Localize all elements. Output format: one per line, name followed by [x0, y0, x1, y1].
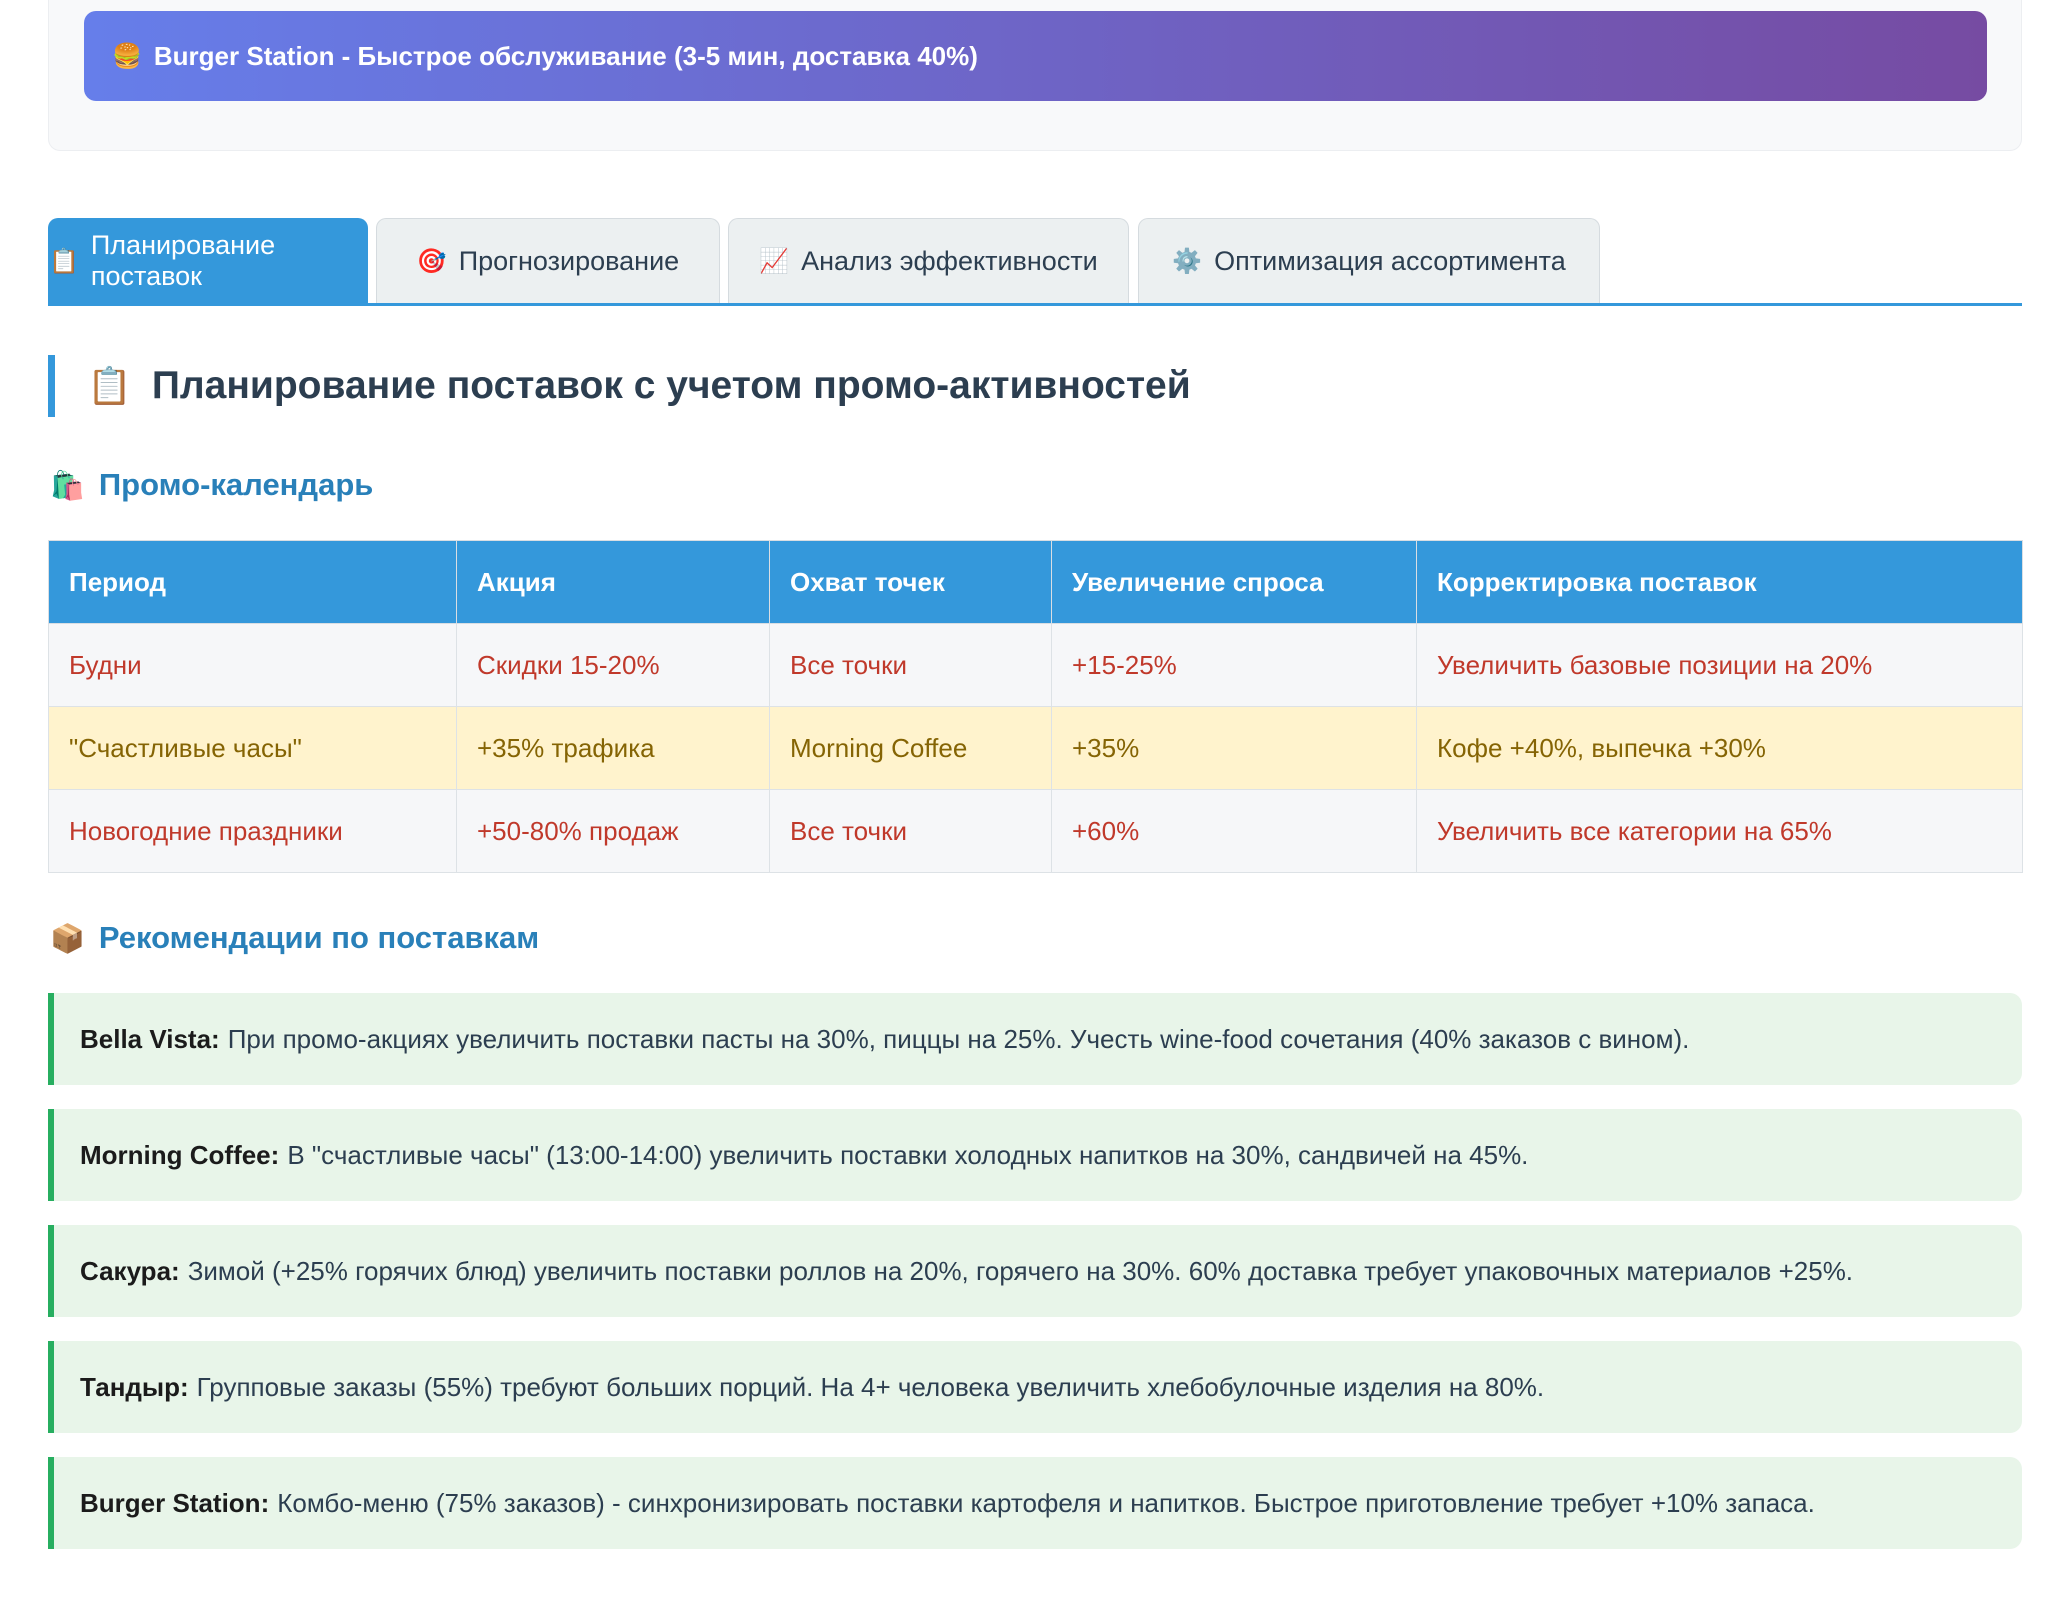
- cell-adjustment: Увеличить базовые позиции на 20%: [1416, 623, 2023, 707]
- page-title: 📋 Планирование поставок с учетом промо-а…: [48, 355, 1191, 417]
- page: 🍔 Burger Station - Быстрое обслуживание …: [0, 0, 2049, 1620]
- restaurant-card: 🍔 Burger Station - Быстрое обслуживание …: [48, 0, 2022, 151]
- recommendation-text: В "счастливые часы" (13:00-14:00) увелич…: [287, 1139, 1529, 1170]
- target-icon: 🎯: [416, 247, 447, 275]
- recommendations-heading: 📦 Рекомендации по поставкам: [50, 918, 539, 958]
- cell-coverage: Morning Coffee: [769, 706, 1052, 790]
- tab-efficiency-analysis[interactable]: 📈 Анализ эффективности: [728, 218, 1129, 303]
- cell-demand: +35%: [1051, 706, 1417, 790]
- cell-action: Скидки 15-20%: [456, 623, 770, 707]
- promo-calendar-table: Период Акция Охват точек Увеличение спро…: [48, 540, 2023, 873]
- column-header: Период: [48, 540, 457, 624]
- recommendation-name: Сакура:: [80, 1255, 180, 1286]
- column-header: Охват точек: [769, 540, 1052, 624]
- cell-period: Будни: [48, 623, 457, 707]
- package-icon: 📦: [50, 922, 85, 954]
- cell-period: "Счастливые часы": [48, 706, 457, 790]
- cell-action: +35% трафика: [456, 706, 770, 790]
- clipboard-icon: 📋: [87, 365, 132, 406]
- cell-demand: +60%: [1051, 789, 1417, 873]
- tab-label: Прогнозирование: [458, 245, 680, 276]
- recommendation-text: Комбо-меню (75% заказов) - синхронизиров…: [277, 1487, 1815, 1518]
- recommendation-name: Тандыр:: [80, 1371, 189, 1402]
- tab-label: Оптимизация ассортимента: [1214, 245, 1566, 276]
- tab-supply-planning[interactable]: 📋 Планирование поставок: [48, 218, 368, 303]
- tab-label: Анализ эффективности: [801, 245, 1098, 276]
- recommendation-name: Bella Vista:: [80, 1023, 220, 1054]
- recommendation-bella-vista: Bella Vista: При промо-акциях увеличить …: [48, 993, 2022, 1085]
- promo-calendar-title: Промо-календарь: [98, 467, 374, 502]
- recommendation-sakura: Сакура: Зимой (+25% горячих блюд) увелич…: [48, 1225, 2022, 1317]
- page-title-text: Планирование поставок с учетом промо-акт…: [151, 364, 1191, 407]
- column-header: Корректировка поставок: [1416, 540, 2023, 624]
- column-header: Увеличение спроса: [1051, 540, 1417, 624]
- recommendation-morning-coffee: Morning Coffee: В "счастливые часы" (13:…: [48, 1109, 2022, 1201]
- cell-coverage: Все точки: [769, 789, 1052, 873]
- recommendation-text: Зимой (+25% горячих блюд) увеличить пост…: [187, 1255, 1854, 1286]
- table-header-row: Период Акция Охват точек Увеличение спро…: [48, 540, 2023, 624]
- recommendations-title: Рекомендации по поставкам: [98, 920, 540, 955]
- tab-forecasting[interactable]: 🎯 Прогнозирование: [376, 218, 720, 303]
- tab-bar: 📋 Планирование поставок 🎯 Прогнозировани…: [48, 218, 2022, 306]
- promo-calendar-heading: 🛍️ Промо-календарь: [50, 465, 373, 505]
- column-header: Акция: [456, 540, 770, 624]
- chart-icon: 📈: [759, 247, 790, 275]
- restaurant-banner[interactable]: 🍔 Burger Station - Быстрое обслуживание …: [84, 11, 1987, 101]
- gear-icon: ⚙️: [1172, 247, 1203, 275]
- cell-demand: +15-25%: [1051, 623, 1417, 707]
- table-row: Будни Скидки 15-20% Все точки +15-25% Ув…: [48, 623, 2023, 707]
- cell-coverage: Все точки: [769, 623, 1052, 707]
- cell-adjustment: Увеличить все категории на 65%: [1416, 789, 2023, 873]
- cell-action: +50-80% продаж: [456, 789, 770, 873]
- banner-text: Burger Station - Быстрое обслуживание (3…: [153, 40, 978, 71]
- recommendation-tandyr: Тандыр: Групповые заказы (55%) требуют б…: [48, 1341, 2022, 1433]
- tab-label: Планирование поставок: [90, 230, 276, 291]
- table-row-highlighted: "Счастливые часы" +35% трафика Morning C…: [48, 706, 2023, 790]
- recommendation-text: Групповые заказы (55%) требуют больших п…: [196, 1371, 1545, 1402]
- tab-assortment-optimization[interactable]: ⚙️ Оптимизация ассортимента: [1138, 218, 1600, 303]
- shopping-bags-icon: 🛍️: [50, 469, 85, 501]
- clipboard-icon: 📋: [49, 247, 79, 275]
- recommendation-name: Burger Station:: [80, 1487, 270, 1518]
- recommendation-name: Morning Coffee:: [80, 1139, 280, 1170]
- recommendation-burger-station: Burger Station: Комбо-меню (75% заказов)…: [48, 1457, 2022, 1549]
- cell-adjustment: Кофе +40%, выпечка +30%: [1416, 706, 2023, 790]
- burger-icon: 🍔: [112, 42, 142, 70]
- table-row: Новогодние праздники +50-80% продаж Все …: [48, 789, 2023, 873]
- recommendation-text: При промо-акциях увеличить поставки паст…: [227, 1023, 1690, 1054]
- cell-period: Новогодние праздники: [48, 789, 457, 873]
